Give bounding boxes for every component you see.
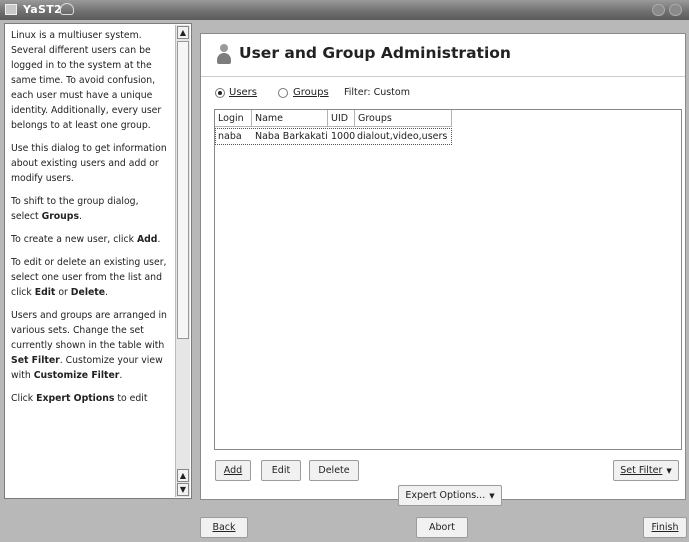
help-pane: Linux is a multiuser system. Several dif… [4, 23, 192, 499]
yast-window-icon[interactable] [5, 4, 17, 15]
help-paragraph: Click Expert Options to edit [11, 393, 148, 404]
delete-button[interactable]: Delete [309, 460, 359, 481]
window-frame: Linux is a multiuser system. Several dif… [0, 20, 689, 542]
users-radio[interactable] [215, 88, 225, 98]
window-titlebar[interactable]: YaST2 [0, 0, 689, 20]
scrollbar-thumb[interactable] [177, 41, 189, 339]
cell-groups: dialout,video,users [357, 131, 448, 142]
column-header-name[interactable]: Name [252, 110, 328, 127]
help-paragraph: To create a new user, click Add. [11, 234, 161, 245]
set-filter-button[interactable]: Set Filter ▼ [613, 460, 679, 481]
help-paragraph: To shift to the group dialog, select Gro… [11, 196, 139, 222]
chevron-down-icon: ▼ [489, 492, 495, 500]
column-header-groups[interactable]: Groups [355, 110, 452, 127]
table-row[interactable]: naba Naba Barkakati 1000 dialout,video,u… [215, 128, 452, 145]
help-text: Linux is a multiuser system. Several dif… [11, 28, 169, 414]
cell-login: naba [218, 131, 242, 142]
users-radio-label[interactable]: Users [229, 87, 257, 98]
suse-chameleon-icon [60, 3, 74, 15]
help-paragraph: Linux is a multiuser system. Several dif… [11, 30, 162, 131]
users-table[interactable]: Login Name UID Groups naba Naba Barkakat… [214, 109, 682, 450]
cell-uid: 1000 [331, 131, 356, 142]
page-title: User and Group Administration [239, 44, 511, 62]
scroll-up-icon[interactable]: ▲ [177, 469, 189, 482]
column-header-login[interactable]: Login [215, 110, 252, 127]
back-button[interactable]: Back [200, 517, 248, 538]
scroll-up-icon[interactable]: ▲ [177, 26, 189, 39]
main-panel: User and Group Administration Users Grou… [200, 33, 686, 506]
close-icon[interactable] [669, 4, 682, 16]
help-paragraph: Users and groups are arranged in various… [11, 310, 167, 381]
groups-radio-label[interactable]: Groups [293, 87, 329, 98]
wizard-button-bar: Back Abort Finish [0, 505, 689, 542]
scroll-down-icon[interactable]: ▼ [177, 483, 189, 496]
add-button[interactable]: Add [215, 460, 251, 481]
edit-button[interactable]: Edit [261, 460, 301, 481]
view-selector: Users Groups Filter: Custom [215, 87, 675, 101]
filter-status: Filter: Custom [344, 87, 410, 98]
finish-button[interactable]: Finish [643, 517, 687, 538]
groups-radio[interactable] [278, 88, 288, 98]
help-paragraph: Use this dialog to get information about… [11, 143, 167, 184]
cell-name: Naba Barkakati [255, 131, 328, 142]
abort-button[interactable]: Abort [416, 517, 468, 538]
window-title: YaST2 [23, 3, 62, 16]
help-paragraph: To edit or delete an existing user, sele… [11, 257, 167, 298]
help-scrollbar[interactable]: ▲ ▲ ▼ [175, 25, 190, 497]
minimize-icon[interactable] [652, 4, 665, 16]
expert-options-button[interactable]: Expert Options... ▼ [398, 485, 502, 506]
chevron-down-icon: ▼ [666, 467, 672, 475]
column-header-uid[interactable]: UID [328, 110, 355, 127]
user-icon [217, 44, 231, 64]
main-header: User and Group Administration [201, 34, 685, 77]
